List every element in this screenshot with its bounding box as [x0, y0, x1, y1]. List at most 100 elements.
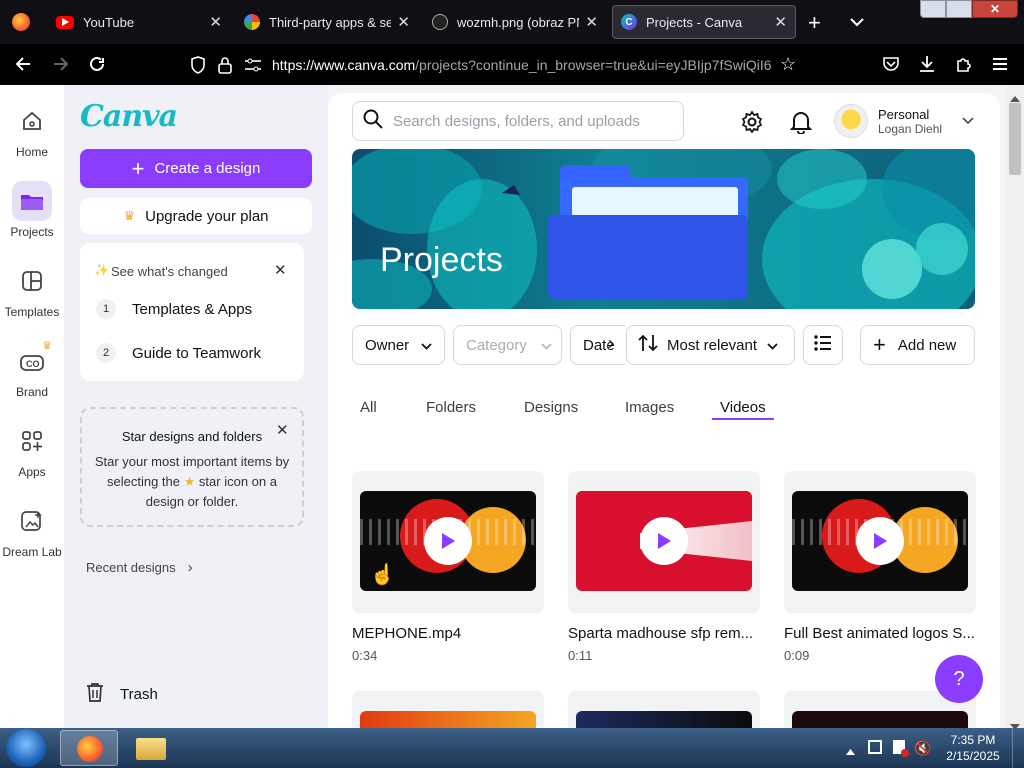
video-title[interactable]: Sparta madhouse sfp rem...: [568, 625, 760, 642]
tab-canva-projects[interactable]: C Projects - Canva ✕: [612, 5, 796, 39]
crown-icon: ♛: [123, 208, 136, 223]
account-switcher[interactable]: Personal Logan Diehl: [834, 101, 974, 141]
video-duration: 0:09: [784, 648, 810, 663]
dream-lab-icon: [12, 501, 52, 541]
shield-icon[interactable]: [190, 56, 206, 79]
tray-up-icon[interactable]: [846, 742, 855, 760]
rail-item-projects[interactable]: Projects: [0, 181, 64, 239]
close-icon[interactable]: ✕: [276, 421, 289, 439]
changes-item-templates-apps[interactable]: 1 Templates & Apps: [96, 299, 252, 319]
rail-item-templates[interactable]: Templates: [0, 261, 64, 319]
firefox-menu-icon[interactable]: [12, 13, 30, 31]
sparkle-icon: ✨: [94, 263, 109, 277]
play-icon[interactable]: [640, 517, 688, 565]
step-number: 1: [96, 299, 116, 319]
upgrade-plan-button[interactable]: ♛ Upgrade your plan: [80, 198, 312, 234]
changes-item-guide-teamwork[interactable]: 2 Guide to Teamwork: [96, 343, 261, 363]
rail-item-home[interactable]: Home: [0, 101, 64, 159]
search-placeholder: Search designs, folders, and uploads: [393, 112, 640, 130]
owner-filter[interactable]: Owner: [352, 325, 445, 365]
maximize-icon[interactable]: [946, 0, 972, 18]
action-center-icon[interactable]: [893, 740, 909, 757]
bookmark-star-icon[interactable]: ☆: [780, 54, 796, 75]
taskbar-firefox[interactable]: [60, 730, 118, 766]
list-view-toggle[interactable]: [803, 325, 843, 365]
video-card[interactable]: [568, 471, 760, 613]
tab-folders[interactable]: Folders: [426, 399, 476, 416]
pocket-icon[interactable]: [882, 56, 900, 77]
menu-icon[interactable]: [992, 57, 1008, 76]
rail-item-apps[interactable]: Apps: [0, 421, 64, 479]
video-card[interactable]: [568, 691, 760, 733]
lock-icon[interactable]: [218, 56, 232, 79]
changes-item-label: Guide to Teamwork: [132, 344, 261, 362]
video-title[interactable]: Full Best animated logos S...: [784, 625, 976, 642]
brand-icon: CO ♛: [12, 340, 52, 381]
video-title[interactable]: MEPHONE.mp4: [352, 625, 544, 642]
close-tab-icon[interactable]: ✕: [585, 13, 598, 31]
tab-designs[interactable]: Designs: [524, 399, 578, 416]
banner-title: Projects: [380, 241, 503, 279]
upgrade-label: Upgrade your plan: [145, 207, 269, 225]
clock[interactable]: 7:35 PM 2/15/2025: [940, 732, 1006, 764]
url-bar[interactable]: https://www.canva.com/projects?continue_…: [272, 50, 772, 80]
whats-changed-title[interactable]: See what's changed: [111, 264, 228, 279]
canva-logo[interactable]: Canva: [80, 99, 178, 134]
minimize-icon[interactable]: [920, 0, 946, 18]
download-icon[interactable]: [918, 55, 936, 78]
video-card[interactable]: [352, 691, 544, 733]
hand-cursor-icon: ☝: [370, 564, 395, 586]
tab-videos[interactable]: Videos: [720, 399, 766, 416]
rail-item-dream-lab[interactable]: Dream Lab: [0, 501, 64, 559]
trash-link[interactable]: Trash: [84, 681, 158, 707]
search-bar[interactable]: Search designs, folders, and uploads: [352, 101, 684, 141]
video-card[interactable]: [352, 471, 544, 613]
sort-dropdown[interactable]: Most relevant: [626, 325, 795, 365]
clock-time: 7:35 PM: [950, 733, 996, 747]
help-button[interactable]: ?: [935, 655, 983, 703]
notifications-bell-icon[interactable]: [789, 110, 813, 139]
tab-list-chevron-icon[interactable]: [850, 14, 864, 32]
changes-item-label: Templates & Apps: [132, 300, 253, 318]
scrollbar-thumb[interactable]: [1009, 103, 1021, 175]
network-icon[interactable]: [868, 740, 882, 754]
chevron-down-icon: [962, 112, 974, 130]
taskbar-explorer[interactable]: [124, 730, 178, 766]
play-icon[interactable]: [424, 517, 472, 565]
tab-image[interactable]: wozmh.png (obraz PNG ✕: [424, 5, 606, 39]
add-new-label: Add new: [897, 336, 957, 354]
date-filter[interactable]: Date: [570, 325, 625, 365]
add-new-button[interactable]: + Add new: [860, 325, 975, 365]
start-button[interactable]: [6, 729, 46, 767]
tab-all[interactable]: All: [360, 399, 377, 416]
recent-designs-link[interactable]: Recent designs ›: [86, 559, 193, 576]
close-tab-icon[interactable]: ✕: [774, 13, 787, 31]
rail-item-brand[interactable]: CO ♛ Brand: [0, 340, 64, 399]
scroll-filters-right-icon[interactable]: ›: [608, 333, 614, 354]
reload-icon[interactable]: [88, 55, 106, 78]
close-tab-icon[interactable]: ✕: [397, 13, 410, 31]
tab-third-party-apps[interactable]: Third-party apps & serv ✕: [236, 5, 418, 39]
tab-images[interactable]: Images: [625, 399, 674, 416]
create-design-button[interactable]: + Create a design: [80, 149, 312, 188]
show-desktop-button[interactable]: [1012, 728, 1024, 768]
play-icon[interactable]: [856, 517, 904, 565]
new-tab-icon[interactable]: +: [808, 10, 821, 36]
video-card[interactable]: [784, 471, 976, 613]
chevron-down-icon: [421, 337, 432, 354]
forward-icon[interactable]: [52, 55, 70, 78]
page-scrollbar[interactable]: [1006, 85, 1024, 730]
close-icon[interactable]: ✕: [274, 261, 287, 279]
crown-icon: ♛: [42, 340, 52, 352]
category-filter[interactable]: Category: [453, 325, 562, 365]
extensions-icon[interactable]: [955, 55, 973, 78]
settings-gear-icon[interactable]: [740, 110, 764, 139]
google-icon: [244, 14, 260, 30]
back-icon[interactable]: [14, 55, 32, 78]
permissions-icon[interactable]: [244, 57, 262, 78]
tab-youtube[interactable]: YouTube ✕: [48, 5, 230, 39]
close-tab-icon[interactable]: ✕: [209, 13, 222, 31]
svg-text:CO: CO: [26, 359, 40, 369]
close-window-icon[interactable]: ✕: [972, 0, 1018, 18]
volume-muted-icon[interactable]: 🔇: [914, 740, 931, 757]
